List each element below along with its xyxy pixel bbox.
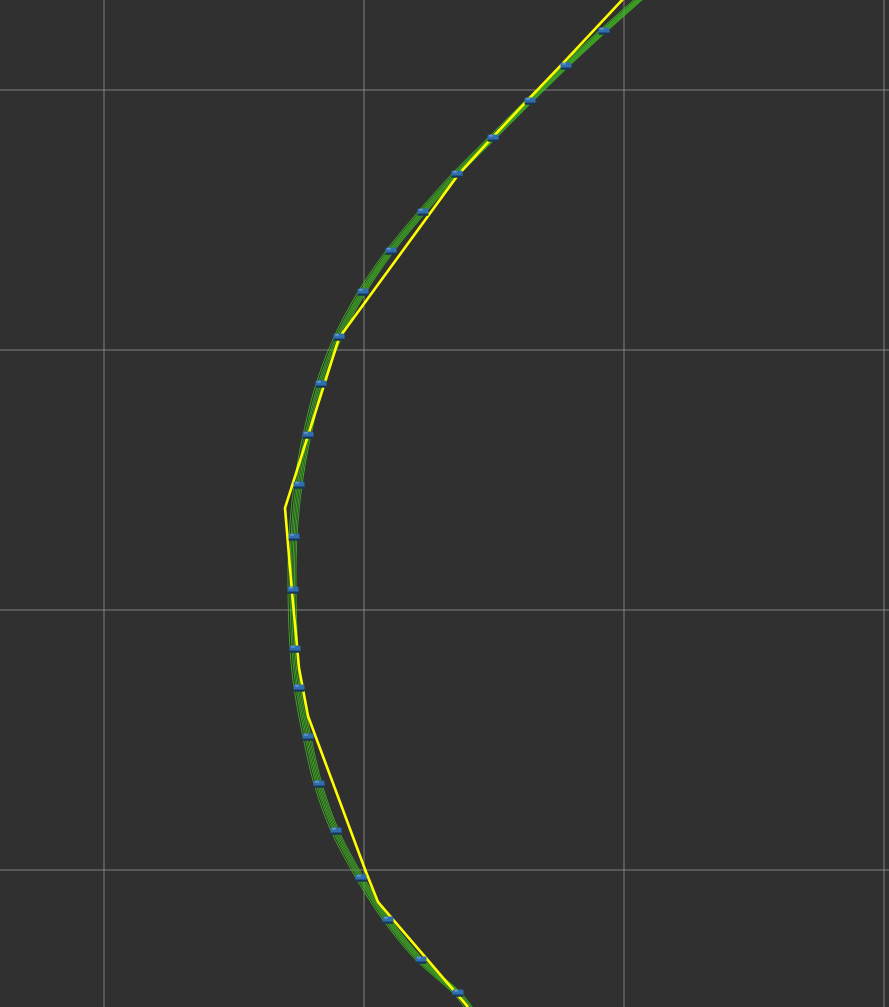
grid [0, 0, 889, 1007]
waypoint-shadow [302, 436, 314, 439]
waypoint-highlight [562, 62, 566, 65]
waypoint-marker-icon [452, 989, 464, 997]
waypoint-highlight [387, 247, 391, 250]
waypoint-highlight [290, 533, 294, 536]
waypoint-highlight [315, 780, 319, 783]
waypoint-shadow [598, 32, 610, 35]
candidate-path [292, 0, 640, 1007]
waypoint-marker-icon [598, 27, 610, 35]
planned-path [283, 0, 624, 1007]
waypoint-shadow [293, 486, 305, 489]
waypoint-highlight [454, 989, 458, 992]
waypoint-shadow [357, 293, 369, 296]
candidate-path [287, 0, 635, 1007]
waypoint-marker-icon [451, 170, 463, 178]
waypoint-shadow [417, 213, 429, 216]
waypoint-highlight [526, 97, 530, 100]
3d-viewport[interactable] [0, 0, 889, 1007]
waypoint-marker-icon [289, 645, 301, 653]
waypoint-shadow [330, 832, 342, 835]
waypoint-highlight [359, 288, 363, 291]
waypoint-marker-icon [330, 827, 342, 835]
waypoint-shadow [302, 738, 314, 741]
waypoint-highlight [289, 586, 293, 589]
waypoint-shadow [560, 67, 572, 70]
waypoint-marker-icon [287, 586, 299, 594]
waypoint-highlight [489, 134, 493, 137]
waypoint-marker-icon [302, 431, 314, 439]
candidate-path [295, 0, 643, 1007]
waypoint-highlight [332, 827, 336, 830]
waypoint-shadow [293, 689, 305, 692]
waypoint-shadow [487, 139, 499, 142]
waypoint-shadow [415, 961, 427, 964]
waypoint-marker-icon [333, 333, 345, 341]
waypoint-shadow [451, 175, 463, 178]
waypoint-highlight [384, 916, 388, 919]
waypoint-shadow [289, 650, 301, 653]
waypoint-shadow [313, 785, 325, 788]
waypoint-highlight [295, 481, 299, 484]
waypoint-highlight [304, 733, 308, 736]
waypoint-marker-icon [382, 916, 394, 924]
waypoint-marker-icon [385, 247, 397, 255]
candidate-path-bundle [287, 0, 643, 1007]
candidate-path [290, 0, 639, 1007]
waypoint-marker-icon [417, 208, 429, 216]
candidate-path [293, 0, 642, 1007]
waypoint-shadow [333, 338, 345, 341]
waypoint-shadow [288, 538, 300, 541]
waypoint-highlight [419, 208, 423, 211]
waypoint-marker-icon [487, 134, 499, 142]
waypoint-highlight [335, 333, 339, 336]
waypoint-shadow [452, 994, 464, 997]
waypoint-marker-icon [293, 684, 305, 692]
waypoint-shadow [315, 385, 327, 388]
waypoint-highlight [317, 380, 321, 383]
waypoint-marker-icon [560, 62, 572, 70]
waypoint-marker-icon [357, 288, 369, 296]
waypoint-marker-icon [313, 780, 325, 788]
waypoint-highlight [291, 645, 295, 648]
waypoint-shadow [385, 252, 397, 255]
waypoint-marker-icon [524, 97, 536, 105]
waypoint-highlight [295, 684, 299, 687]
waypoint-shadow [382, 921, 394, 924]
waypoint-shadow [524, 102, 536, 105]
waypoint-highlight [357, 874, 361, 877]
waypoint-marker-icon [415, 956, 427, 964]
scene-canvas[interactable] [0, 0, 889, 1007]
planned-path-line [283, 0, 624, 1007]
waypoint-highlight [417, 956, 421, 959]
waypoint-marker-icon [355, 874, 367, 882]
waypoint-highlight [600, 27, 604, 30]
waypoint-highlight [304, 431, 308, 434]
waypoint-marker-icon [293, 481, 305, 489]
waypoint-marker-icon [315, 380, 327, 388]
waypoint-shadow [287, 591, 299, 594]
waypoint-marker-icon [302, 733, 314, 741]
waypoint-shadow [355, 879, 367, 882]
waypoint-marker-icon [288, 533, 300, 541]
waypoint-highlight [453, 170, 457, 173]
